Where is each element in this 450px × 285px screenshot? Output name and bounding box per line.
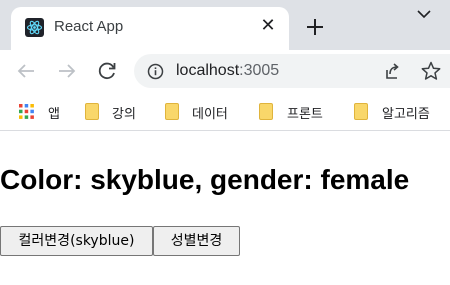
url-text[interactable]: localhost:3005	[176, 62, 279, 80]
bookmark-label: 강의	[112, 107, 136, 122]
browser-toolbar: localhost:3005	[0, 50, 450, 93]
forward-arrow-icon[interactable]	[55, 59, 79, 83]
url-port: :3005	[239, 62, 280, 79]
bookmark-label: 프론트	[287, 107, 323, 122]
page-content: Color: skyblue, gender: female 컬러변경(skyb…	[0, 132, 450, 285]
tab-strip: React App ✕	[0, 0, 450, 50]
color-change-button[interactable]: 컬러변경(skyblue)	[0, 226, 153, 256]
apps-grid-icon	[19, 104, 34, 123]
address-bar[interactable]: localhost:3005	[134, 54, 450, 88]
bookmark-star-icon[interactable]	[420, 60, 442, 86]
folder-icon	[165, 103, 179, 120]
new-tab-button[interactable]	[302, 14, 328, 40]
site-info-icon[interactable]	[147, 63, 164, 84]
tab-search-chevron-icon[interactable]	[414, 6, 434, 22]
folder-icon	[354, 103, 368, 120]
close-tab-icon[interactable]: ✕	[257, 15, 279, 37]
react-logo-icon	[25, 18, 44, 37]
page-heading: Color: skyblue, gender: female	[0, 164, 410, 195]
share-icon[interactable]	[382, 61, 402, 85]
folder-icon	[85, 103, 99, 120]
bookmark-label: 데이터	[192, 107, 228, 122]
gender-change-button[interactable]: 성별변경	[153, 226, 240, 256]
back-arrow-icon[interactable]	[14, 59, 38, 83]
bookmark-label: 알고리즘	[382, 107, 430, 122]
reload-icon[interactable]	[95, 59, 119, 83]
url-host: localhost	[176, 62, 240, 79]
bookmark-label: 앱	[48, 107, 60, 122]
tab-title: React App	[54, 18, 124, 35]
bookmarks-bar: 앱 강의 데이터 프론트 알고리즘	[0, 93, 450, 131]
folder-icon	[259, 103, 273, 120]
tab-react-app[interactable]: React App ✕	[11, 7, 289, 50]
